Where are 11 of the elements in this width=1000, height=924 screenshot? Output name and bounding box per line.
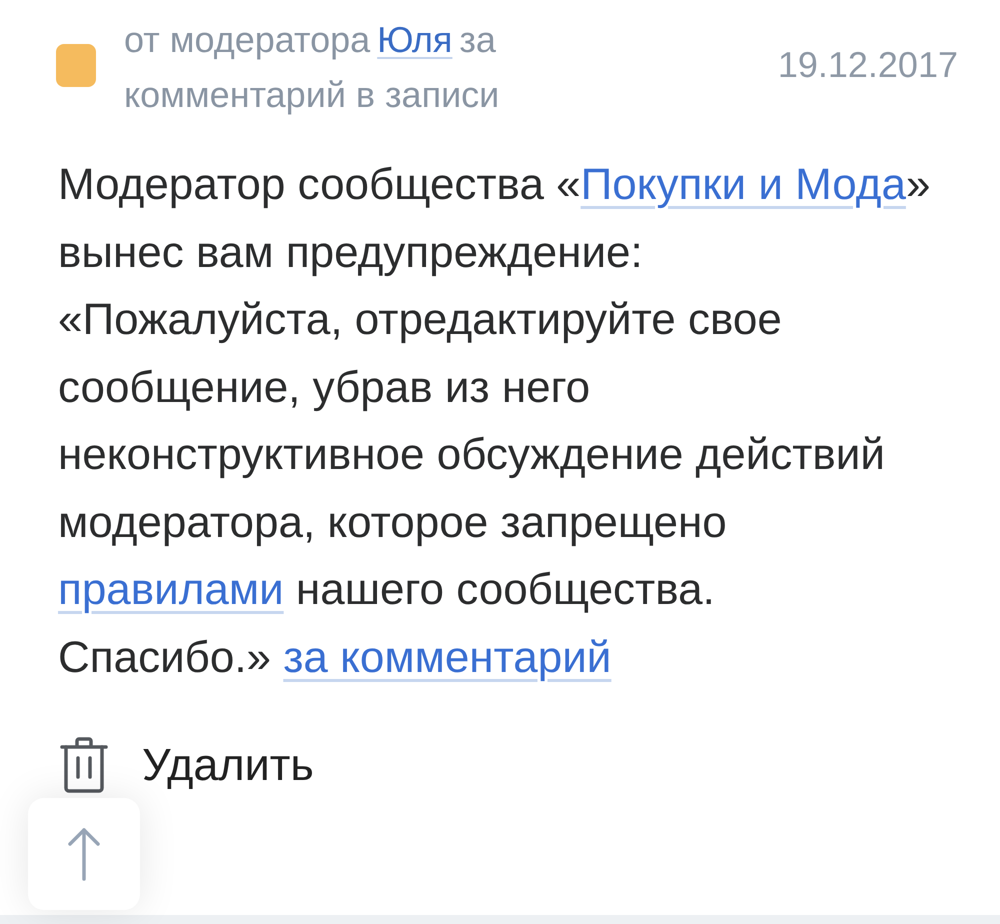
message-text: Модератор сообщества «Покупки и Мода» вынес вам предупреждение: «Пожалуйста, отредактируйте свое сообщение, убрав из него неконструктивное обсуждение действий модератора, которое запрещено правилами нашего сообщества. Спасибо.» за комментарий [57,159,932,684]
text-link[interactable]: Покупки и Мода [580,160,906,209]
notification-header: от модератора Юля за комментарий в записи [124,18,500,117]
moderator-link[interactable]: Юля [377,19,452,60]
text-link[interactable]: за комментарий [283,632,612,682]
delete-button[interactable]: Удалить [60,737,314,793]
notification-marker-icon [56,44,96,87]
notification-date: 19.12.2017 [778,45,958,85]
trash-icon [60,737,108,793]
scroll-to-top-button[interactable] [28,798,140,910]
text-link[interactable]: правилами [58,565,284,614]
